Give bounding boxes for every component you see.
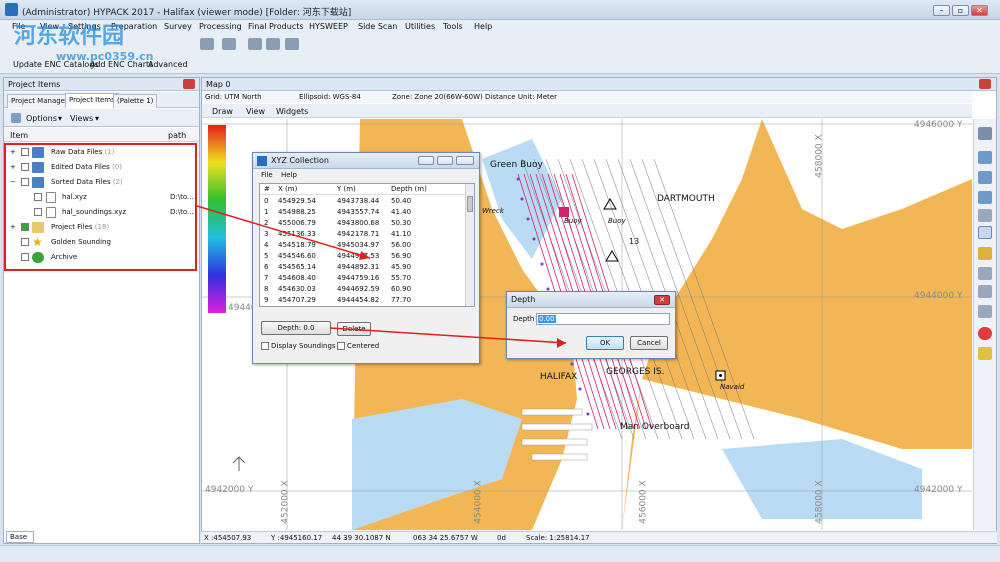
annotation-arrows	[196, 205, 567, 348]
